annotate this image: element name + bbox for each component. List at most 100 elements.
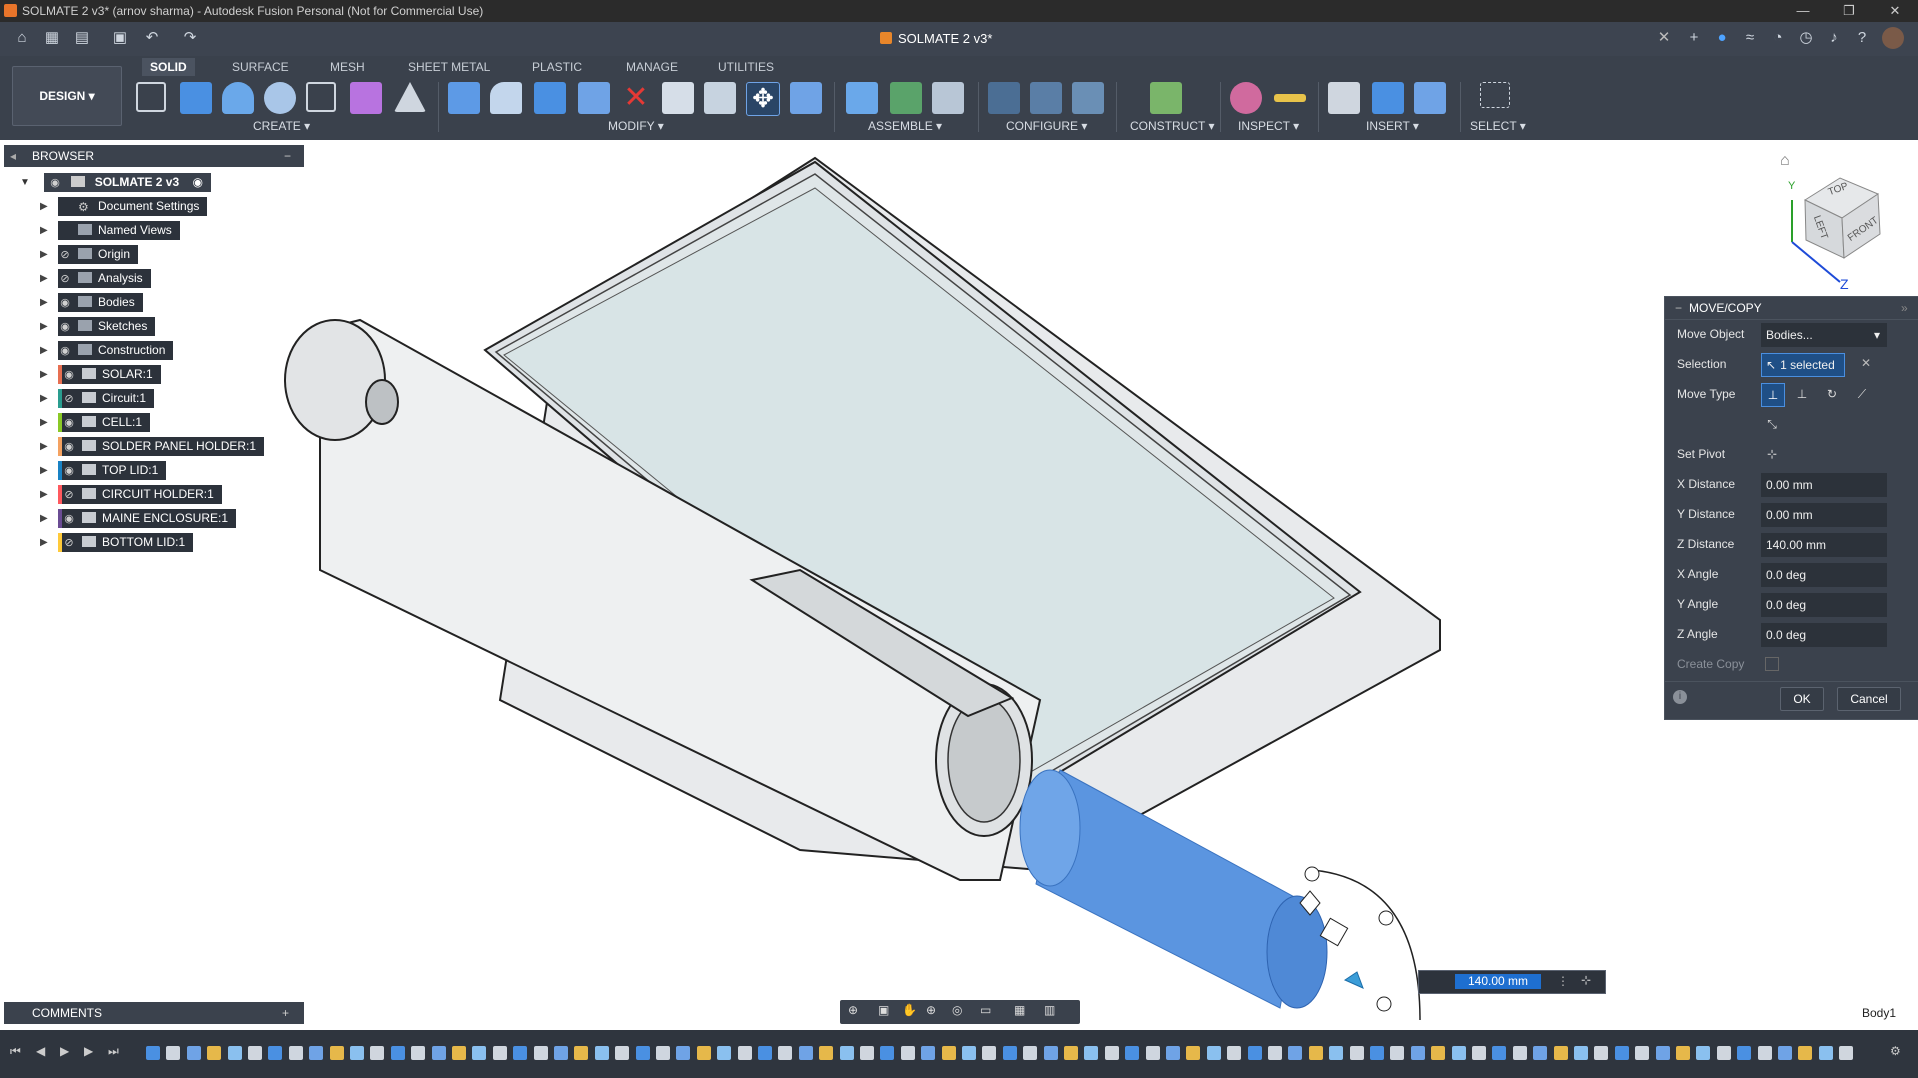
chevron-right-icon[interactable]: ▶	[40, 509, 52, 528]
document-tab[interactable]: SOLMATE 2 v3*	[880, 28, 992, 50]
rotation-handle[interactable]	[1376, 996, 1392, 1012]
visibility-eye-icon[interactable]: ◉	[62, 510, 76, 529]
pivot-icon[interactable]: ⊹	[1581, 973, 1591, 987]
timeline-feature-icon[interactable]	[1472, 1046, 1486, 1060]
timeline-feature-icon[interactable]	[1451, 1046, 1466, 1060]
minimize-panel-icon[interactable]: −	[284, 145, 291, 167]
y-distance-input[interactable]: 0.00 mm	[1761, 503, 1887, 527]
timeline-feature-icon[interactable]	[921, 1046, 936, 1060]
browser-panel-header[interactable]: ◂ BROWSER −	[4, 145, 304, 167]
orbit-icon[interactable]: ⊕	[848, 1003, 858, 1017]
timeline-feature-icon[interactable]	[1431, 1046, 1446, 1060]
timeline-feature-icon[interactable]	[1533, 1046, 1548, 1060]
timeline-feature-icon[interactable]	[798, 1046, 813, 1060]
timeline-feature-icon[interactable]	[1716, 1046, 1731, 1060]
interference-icon[interactable]	[1230, 82, 1262, 114]
timeline-feature-icon[interactable]	[186, 1046, 201, 1060]
close-tab-icon[interactable]: ✕	[1654, 28, 1674, 48]
press-pull-icon[interactable]	[448, 82, 480, 114]
timeline-feature-icon[interactable]	[1023, 1046, 1038, 1060]
timeline-feature-icon[interactable]	[166, 1046, 181, 1060]
x-angle-input[interactable]: 0.0 deg	[1761, 563, 1887, 587]
rotation-handle[interactable]	[1304, 866, 1320, 882]
insert-derive-icon[interactable]	[1328, 82, 1360, 114]
timeline-feature-icon[interactable]	[1268, 1046, 1282, 1060]
timeline-feature-icon[interactable]	[778, 1046, 793, 1060]
timeline-feature-icon[interactable]	[1145, 1046, 1160, 1060]
viewports-icon[interactable]: ▥	[1044, 1003, 1055, 1017]
more-options-icon[interactable]: ⋮	[1557, 974, 1569, 988]
clear-selection-icon[interactable]: ✕	[1861, 356, 1871, 370]
timeline-feature-icon[interactable]	[309, 1046, 324, 1060]
create-sketch-icon[interactable]	[136, 82, 166, 112]
assemble-group-label[interactable]: ASSEMBLE ▾	[868, 119, 942, 133]
chevron-right-icon[interactable]: ▶	[40, 485, 52, 504]
timeline-feature-icon[interactable]	[1206, 1046, 1221, 1060]
inspect-group-label[interactable]: INSPECT ▾	[1238, 119, 1299, 133]
tab-manage[interactable]: MANAGE	[618, 58, 686, 76]
timeline-feature-icon[interactable]	[288, 1046, 303, 1060]
offset-plane-icon[interactable]	[1150, 82, 1182, 114]
revolve-icon[interactable]	[222, 82, 254, 114]
go-to-end-icon[interactable]: ⏭	[108, 1044, 119, 1059]
timeline-feature-icon[interactable]	[431, 1046, 446, 1060]
add-comment-icon[interactable]: +	[282, 1002, 289, 1024]
add-tab-icon[interactable]: +	[1684, 28, 1704, 48]
visibility-eye-icon[interactable]: ◉	[58, 318, 72, 337]
configuration-table-icon[interactable]	[1030, 82, 1062, 114]
timeline-feature-icon[interactable]	[758, 1046, 772, 1060]
chevron-right-icon[interactable]: ▶	[40, 365, 52, 384]
select-box-icon[interactable]	[1480, 82, 1510, 108]
chevron-right-icon[interactable]: ▶	[40, 389, 52, 408]
chevron-right-icon[interactable]: ▶	[40, 533, 52, 552]
timeline-feature-icon[interactable]	[472, 1046, 487, 1060]
timeline-feature-icon[interactable]	[248, 1046, 262, 1060]
timeline-feature-icon[interactable]	[1594, 1046, 1609, 1060]
timeline-feature-icon[interactable]	[1084, 1046, 1099, 1060]
undo-icon[interactable]: ↶	[142, 28, 162, 48]
mirror-icon[interactable]	[394, 82, 426, 112]
shell-icon[interactable]	[578, 82, 610, 114]
comments-panel-header[interactable]: COMMENTS +	[4, 1002, 304, 1024]
rotation-handle[interactable]	[1378, 910, 1394, 926]
timeline-feature-icon[interactable]	[900, 1046, 915, 1060]
timeline-settings-icon[interactable]: ⚙	[1890, 1044, 1901, 1058]
timeline-feature-icon[interactable]	[146, 1046, 160, 1060]
go-to-start-icon[interactable]: ⏮	[10, 1044, 21, 1059]
timeline-feature-icon[interactable]	[411, 1046, 426, 1060]
chevron-right-icon[interactable]: ▶	[40, 269, 52, 288]
jobs-icon[interactable]: ≈	[1740, 28, 1760, 48]
timeline-feature-icon[interactable]	[1512, 1046, 1527, 1060]
free-move-icon[interactable]: ⊥	[1761, 383, 1785, 407]
configure-icon[interactable]	[988, 82, 1020, 114]
timeline-feature-icon[interactable]	[962, 1046, 976, 1060]
timeline-feature-icon[interactable]	[635, 1046, 650, 1060]
visibility-hidden-icon[interactable]: ⊘	[62, 390, 76, 409]
timeline-feature-icon[interactable]	[615, 1046, 630, 1060]
timeline-feature-icon[interactable]	[390, 1046, 405, 1060]
rectangular-pattern-icon[interactable]	[306, 82, 336, 112]
timeline-feature-icon[interactable]	[1247, 1046, 1262, 1060]
dialog-header[interactable]: − MOVE/COPY »	[1665, 297, 1918, 320]
timeline-feature-icon[interactable]	[1553, 1046, 1568, 1060]
new-component-icon[interactable]	[846, 82, 878, 114]
timeline-feature-icon[interactable]	[1002, 1046, 1017, 1060]
visibility-eye-icon[interactable]: ◉	[58, 342, 72, 361]
maximize-button[interactable]: ❐	[1826, 0, 1872, 22]
visibility-hidden-icon[interactable]: ⊘	[58, 246, 72, 265]
timeline-feature-icon[interactable]	[717, 1046, 732, 1060]
timeline-feature-icon[interactable]	[1778, 1046, 1792, 1060]
account-avatar[interactable]	[1882, 27, 1904, 49]
visibility-eye-icon[interactable]: ◉	[62, 438, 76, 457]
measure-icon[interactable]	[1274, 94, 1306, 102]
timeline-feature-icon[interactable]	[839, 1046, 854, 1060]
tab-sheet-metal[interactable]: SHEET METAL	[400, 58, 498, 76]
tab-solid[interactable]: SOLID	[142, 58, 195, 76]
chevron-down-icon[interactable]: ▼	[20, 173, 32, 192]
timeline-feature-icon[interactable]	[1390, 1046, 1405, 1060]
timeline-feature-icon[interactable]	[1329, 1046, 1344, 1060]
timeline-feature-icon[interactable]	[207, 1046, 222, 1060]
ok-button[interactable]: OK	[1780, 687, 1824, 711]
visibility-eye-icon[interactable]: ◉	[48, 174, 62, 193]
timeline-feature-icon[interactable]	[1349, 1046, 1364, 1060]
